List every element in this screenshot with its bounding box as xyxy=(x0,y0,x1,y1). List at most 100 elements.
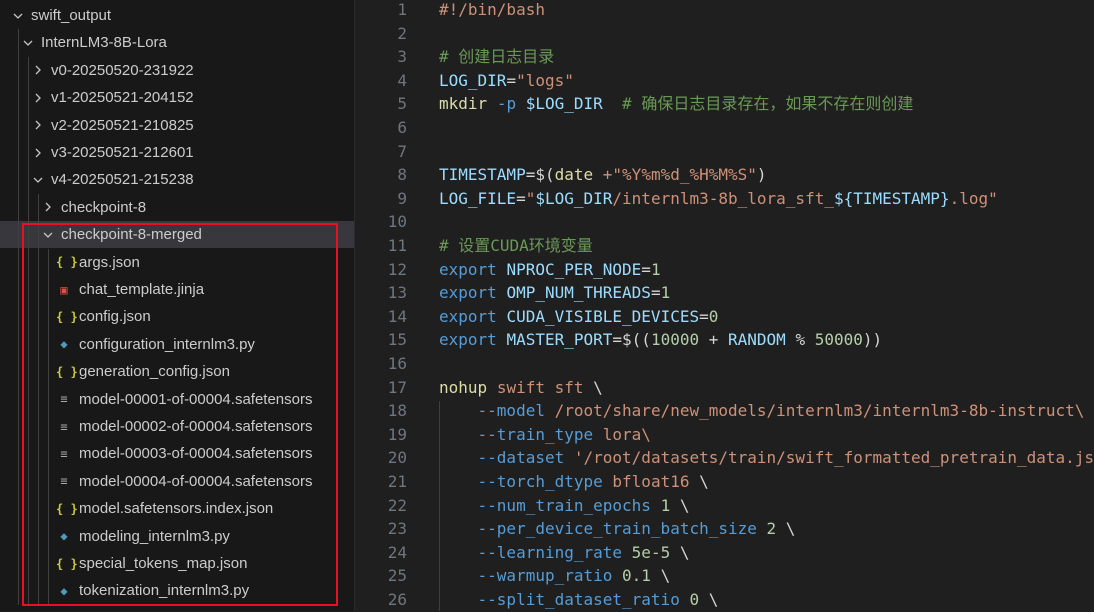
file-item[interactable]: ≡ model-00002-of-00004.safetensors xyxy=(0,413,406,440)
code-token: --torch_dtype xyxy=(477,472,603,491)
file-item[interactable]: ≡ model-00004-of-00004.safetensors xyxy=(0,468,406,495)
code-token: \ xyxy=(670,495,690,515)
chevron-right-icon[interactable] xyxy=(32,64,46,76)
code-line[interactable]: mkdir -p $LOG_DIR # 确保日志目录存在，如果不存在则创建 xyxy=(439,92,913,116)
line-number: 15 xyxy=(387,330,407,350)
code-token: RANDOM xyxy=(728,330,786,350)
code-token: )) xyxy=(862,330,883,350)
code-line[interactable]: LOG_FILE="$LOG_DIR/internlm3-8b_lora_sft… xyxy=(439,187,998,211)
code-line[interactable]: # 设置CUDA环境变量 xyxy=(439,234,593,258)
jinja-file-icon: ▣ xyxy=(60,282,68,297)
code-line[interactable]: --split_dataset_ratio 0 \ xyxy=(439,588,719,612)
file-item[interactable]: { } config.json xyxy=(0,303,406,330)
file-lines-icon: ≡ xyxy=(60,419,68,434)
folder-item[interactable]: v1-20250521-204152 xyxy=(0,84,386,111)
file-item[interactable]: { } model.safetensors.index.json xyxy=(0,495,406,522)
file-item[interactable]: { } generation_config.json xyxy=(0,358,406,385)
code-line[interactable]: nohup swift sft \ xyxy=(439,376,603,400)
folder-item[interactable]: v4-20250521-215238 xyxy=(0,166,386,193)
chevron-down-icon[interactable] xyxy=(42,229,56,241)
file-item[interactable]: ◆ modeling_internlm3.py xyxy=(0,523,406,550)
code-token: 0 xyxy=(689,590,700,609)
code-token: OMP_NUM_THREADS xyxy=(506,283,651,303)
tree-indent-guide xyxy=(38,193,39,605)
chevron-right-icon[interactable] xyxy=(32,92,46,104)
file-item[interactable]: ▣ chat_template.jinja xyxy=(0,276,406,303)
code-token: --train_type xyxy=(477,424,594,444)
folder-item[interactable]: v3-20250521-212601 xyxy=(0,139,386,166)
code-token: % xyxy=(785,330,815,350)
file-item[interactable]: ◆ tokenization_internlm3.py xyxy=(0,577,406,604)
code-editor[interactable]: 1 #!/bin/bash 2 3 # 创建日志目录 4 LOG_DIR="logs" 5 mk… xyxy=(355,0,1094,611)
folder-item[interactable]: v2-20250521-210825 xyxy=(0,112,386,139)
code-token: ${TIMESTAMP} xyxy=(833,188,950,208)
line-number: 4 xyxy=(397,70,407,90)
code-token: " xyxy=(525,188,536,208)
tree-item-label: model-00004-of-00004.safetensors xyxy=(79,472,313,490)
code-token: 0 xyxy=(708,306,719,326)
code-line[interactable]: export CUDA_VISIBLE_DEVICES=0 xyxy=(439,305,718,329)
line-number: 13 xyxy=(387,283,407,303)
code-token: ) xyxy=(756,165,767,185)
file-item[interactable]: { } special_tokens_map.json xyxy=(0,550,406,577)
code-token: # 设置CUDA环境变量 xyxy=(439,236,593,255)
chevron-down-icon[interactable] xyxy=(22,37,36,49)
code-line[interactable]: TIMESTAMP=$(date +"%Y%m%d_%H%M%S") xyxy=(439,163,767,187)
code-line[interactable]: --train_type lora\ xyxy=(439,423,651,447)
code-token: /root/share/new_models/internlm3/internl… xyxy=(554,401,1085,421)
code-token: .log" xyxy=(949,188,998,208)
code-line[interactable]: --num_train_epochs 1 \ xyxy=(439,494,690,518)
folder-item[interactable]: v0-20250520-231922 xyxy=(0,57,386,84)
code-token: LOG_FILE xyxy=(439,188,517,208)
code-token: 0.1 xyxy=(622,566,651,586)
line-number: 10 xyxy=(387,212,407,232)
folder-item[interactable]: InternLM3-8B-Lora xyxy=(0,29,376,56)
tree-item-label: checkpoint-8-merged xyxy=(61,226,202,244)
folder-item[interactable]: swift_output xyxy=(0,2,366,29)
code-line[interactable]: #!/bin/bash xyxy=(439,0,545,22)
line-number: 3 xyxy=(397,47,407,67)
file-item[interactable]: ≡ model-00001-of-00004.safetensors xyxy=(0,386,406,413)
code-line[interactable]: --learning_rate 5e-5 \ xyxy=(439,541,690,565)
line-number: 22 xyxy=(387,495,407,515)
code-line[interactable]: # 创建日志目录 xyxy=(439,45,554,69)
code-line[interactable]: export OMP_NUM_THREADS=1 xyxy=(439,281,670,305)
file-item[interactable]: { } args.json xyxy=(0,249,406,276)
code-line[interactable]: --torch_dtype bfloat16 \ xyxy=(439,470,709,494)
code-line[interactable]: --model /root/share/new_models/internlm3… xyxy=(439,399,1085,423)
tree-item-label: swift_output xyxy=(31,7,112,24)
code-line[interactable]: --warmup_ratio 0.1 \ xyxy=(439,564,671,588)
tree-indent-guide xyxy=(28,56,29,605)
code-token: + xyxy=(699,330,729,350)
chevron-right-icon[interactable] xyxy=(32,147,46,159)
code-token: \ xyxy=(689,472,709,491)
code-token: export xyxy=(439,306,497,326)
code-token: date xyxy=(554,165,594,185)
code-line[interactable]: export MASTER_PORT=$((10000 + RANDOM % 5… xyxy=(439,328,882,352)
folder-item[interactable]: checkpoint-8-merged xyxy=(0,221,396,249)
code-line[interactable]: --per_device_train_batch_size 2 \ xyxy=(439,517,796,541)
file-item[interactable]: ◆ configuration_internlm3.py xyxy=(0,331,406,358)
tree-item-label: special_tokens_map.json xyxy=(79,555,248,572)
chevron-right-icon[interactable] xyxy=(42,201,56,213)
code-line[interactable]: export NPROC_PER_NODE=1 xyxy=(439,258,661,282)
folder-item[interactable]: checkpoint-8 xyxy=(0,194,396,221)
file-item[interactable]: ≡ model-00003-of-00004.safetensors xyxy=(0,440,406,467)
chevron-right-icon[interactable] xyxy=(32,119,46,131)
code-line[interactable]: LOG_DIR="logs" xyxy=(439,69,574,93)
code-line[interactable]: --dataset '/root/datasets/train/swift_fo… xyxy=(439,446,1094,470)
tree-item-label: modeling_internlm3.py xyxy=(79,527,230,545)
chevron-down-icon[interactable] xyxy=(32,174,46,186)
code-token: = xyxy=(516,188,526,208)
chevron-down-icon[interactable] xyxy=(12,10,26,22)
